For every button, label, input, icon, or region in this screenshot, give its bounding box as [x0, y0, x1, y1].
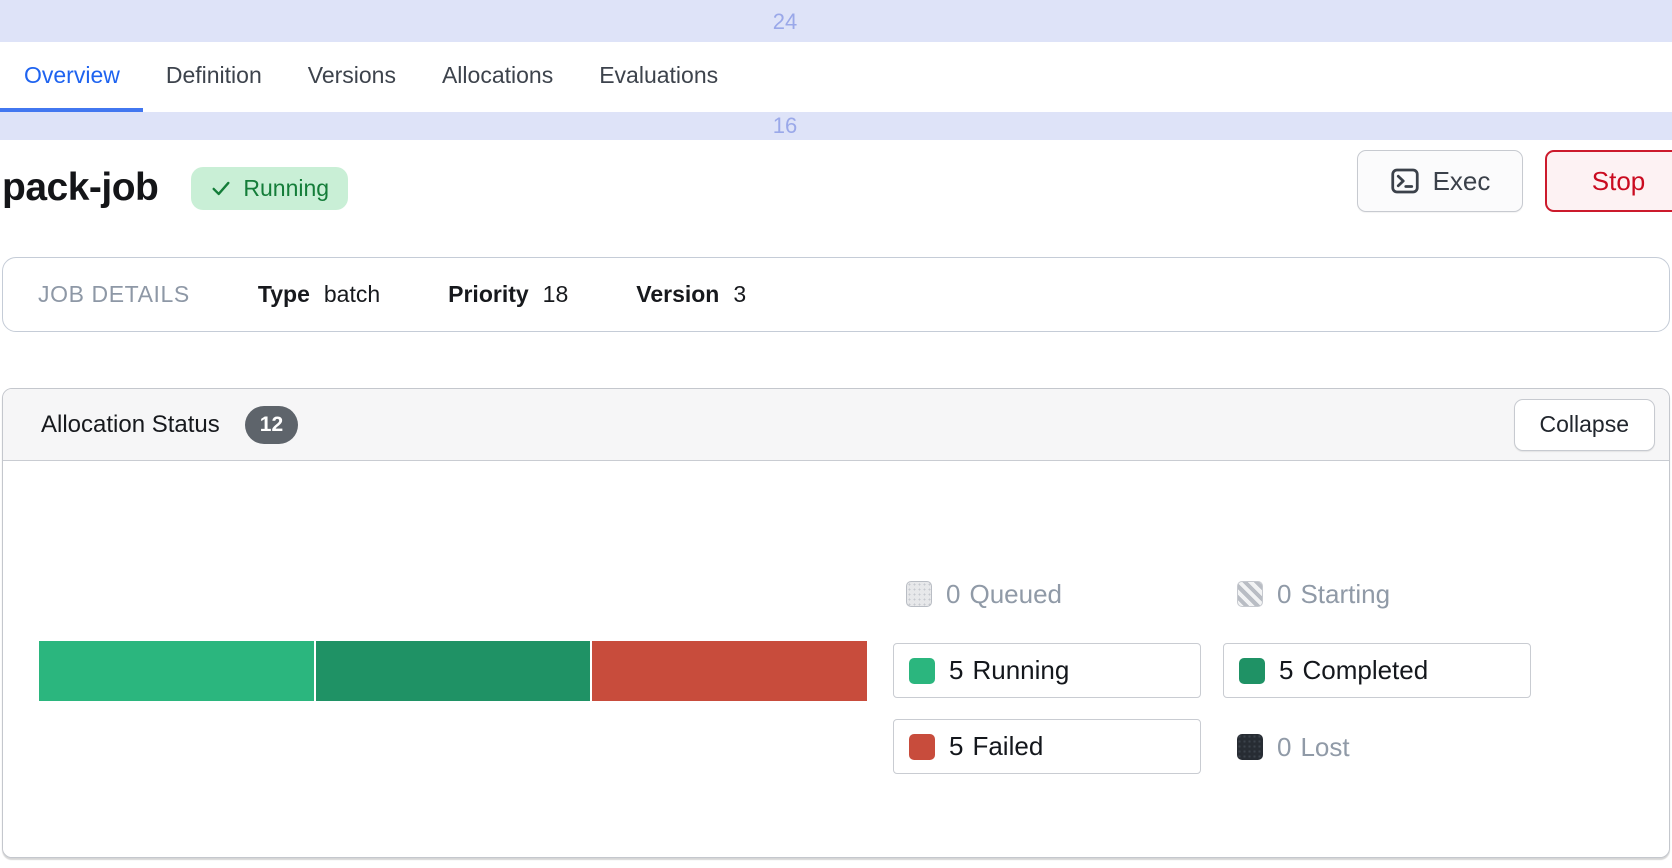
- tab-allocations[interactable]: Allocations: [419, 42, 576, 112]
- tab-overview[interactable]: Overview: [0, 42, 143, 112]
- legend-swatch-running: [909, 658, 935, 684]
- job-detail-priority: Priority 18: [448, 281, 568, 308]
- allocation-chart-area: 0 Queued 0 Starting 5 Running 5 Complete…: [3, 461, 1669, 857]
- legend-label: Queued: [969, 579, 1062, 610]
- spacing-strip-top: 24: [0, 0, 1672, 42]
- job-details-heading: JOB DETAILS: [38, 281, 190, 308]
- legend-label: Starting: [1300, 579, 1390, 610]
- spacing-value-inner: 16: [773, 113, 797, 139]
- check-icon: [210, 177, 232, 199]
- job-details-panel: JOB DETAILS Type batch Priority 18 Versi…: [2, 257, 1670, 332]
- legend-item-running[interactable]: 5 Running: [893, 643, 1201, 698]
- status-badge-label: Running: [243, 175, 329, 202]
- legend-swatch-queued: [906, 581, 932, 607]
- allocation-count-badge: 12: [245, 406, 298, 444]
- spacing-value-top: 24: [773, 9, 797, 35]
- collapse-button[interactable]: Collapse: [1514, 399, 1656, 451]
- tab-label: Versions: [308, 62, 396, 89]
- exec-button[interactable]: Exec: [1357, 150, 1523, 212]
- exec-button-label: Exec: [1433, 166, 1491, 197]
- allocation-status-title: Allocation Status: [41, 411, 220, 439]
- legend-count: 0: [1277, 579, 1291, 610]
- status-badge: Running: [191, 167, 348, 210]
- allocation-status-panel: Allocation Status 12 Collapse 0 Queued: [2, 388, 1670, 858]
- legend-swatch-completed: [1239, 658, 1265, 684]
- legend-item-queued: 0 Queued: [906, 579, 1062, 609]
- job-detail-type: Type batch: [258, 281, 380, 308]
- legend-count: 0: [1277, 732, 1291, 763]
- legend-label: Failed: [972, 731, 1043, 762]
- tab-versions[interactable]: Versions: [285, 42, 419, 112]
- tab-label: Allocations: [442, 62, 553, 89]
- tab-label: Evaluations: [599, 62, 718, 89]
- tab-definition[interactable]: Definition: [143, 42, 285, 112]
- job-detail-label: Version: [636, 281, 719, 308]
- legend-count: 5: [1279, 655, 1293, 686]
- legend-count: 0: [946, 579, 960, 610]
- job-detail-value: 18: [543, 281, 569, 308]
- terminal-icon: [1390, 166, 1420, 196]
- legend-label: Running: [972, 655, 1069, 686]
- legend-item-starting: 0 Starting: [1237, 579, 1390, 609]
- job-detail-value: batch: [324, 281, 380, 308]
- stop-button-label: Stop: [1592, 166, 1646, 197]
- legend-swatch-failed: [909, 734, 935, 760]
- legend-item-failed[interactable]: 5 Failed: [893, 719, 1201, 774]
- allocation-status-header: Allocation Status 12 Collapse: [3, 389, 1669, 461]
- legend-label: Completed: [1302, 655, 1428, 686]
- stop-button[interactable]: Stop: [1545, 150, 1672, 212]
- job-detail-label: Type: [258, 281, 310, 308]
- legend-count: 5: [949, 731, 963, 762]
- job-tabbar: Overview Definition Versions Allocations…: [0, 42, 1672, 112]
- bar-segment-completed[interactable]: [316, 641, 591, 701]
- legend-swatch-lost: [1237, 734, 1263, 760]
- job-detail-label: Priority: [448, 281, 529, 308]
- legend-label: Lost: [1300, 732, 1349, 763]
- spacing-strip-inner: 16: [0, 112, 1672, 140]
- tab-label: Definition: [166, 62, 262, 89]
- legend-item-lost: 0 Lost: [1237, 732, 1350, 762]
- bar-segment-running[interactable]: [39, 641, 314, 701]
- legend-count: 5: [949, 655, 963, 686]
- page-title: pack-job: [2, 166, 158, 210]
- collapse-button-label: Collapse: [1540, 411, 1630, 438]
- tab-evaluations[interactable]: Evaluations: [576, 42, 741, 112]
- legend-swatch-starting: [1237, 581, 1263, 607]
- job-detail-version: Version 3: [636, 281, 746, 308]
- allocation-bar-chart: [39, 641, 867, 701]
- page-header: pack-job Running Exec Stop: [0, 140, 1672, 257]
- legend-item-completed[interactable]: 5 Completed: [1223, 643, 1531, 698]
- bar-segment-failed[interactable]: [592, 641, 867, 701]
- tab-label: Overview: [24, 62, 120, 89]
- job-detail-value: 3: [733, 281, 746, 308]
